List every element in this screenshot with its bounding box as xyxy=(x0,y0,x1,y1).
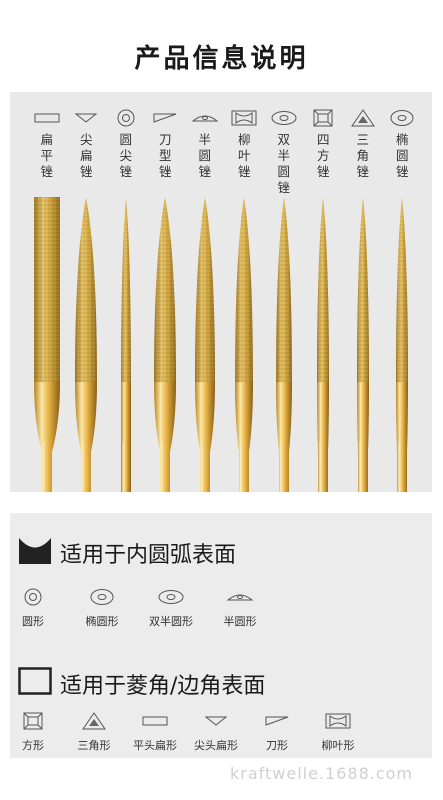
usage-item: 尖头扁形 xyxy=(181,711,251,753)
file-column: 四 方 锉 xyxy=(304,92,342,492)
file-column: 扁 平 锉 xyxy=(28,92,66,492)
knife-shape-icon xyxy=(265,716,289,726)
half-round-shape-icon xyxy=(226,594,254,601)
usage-item: 三角形 xyxy=(59,711,129,753)
usage-item: 椭圆形 xyxy=(67,587,137,629)
file-column: 半 圆 锉 xyxy=(186,92,224,492)
file-column: 刀 型 锉 xyxy=(146,92,184,492)
file-image xyxy=(317,197,330,492)
usage-item: 半圆形 xyxy=(205,587,275,629)
round-shape-icon xyxy=(24,588,42,606)
double-half-round-shape-icon xyxy=(158,590,184,604)
file-column: 双 半 圆 锉 xyxy=(265,92,303,492)
usage-item: 刀形 xyxy=(242,711,312,753)
file-column: 圆 尖 锉 xyxy=(107,92,145,492)
usage-item-label: 三角形 xyxy=(77,739,111,752)
file-image xyxy=(194,197,215,492)
file-column: 尖 扁 锉 xyxy=(67,92,105,492)
file-image xyxy=(235,197,254,492)
section1-title: 适用于内圆弧表面 xyxy=(60,543,237,568)
usage-item: 平头扁形 xyxy=(120,711,190,753)
usage-item-label: 平头扁形 xyxy=(133,739,177,752)
file-column: 椭 圆 锉 xyxy=(383,92,421,492)
square-outline-icon xyxy=(18,667,52,695)
usage-item-label: 双半圆形 xyxy=(149,615,193,628)
file-image xyxy=(154,197,177,492)
section2-title: 适用于菱角/边角表面 xyxy=(60,674,266,699)
file-image xyxy=(33,197,60,492)
usage-item: 双半圆形 xyxy=(136,587,206,629)
file-column: 柳 叶 锉 xyxy=(225,92,263,492)
usage-item: 圆形 xyxy=(0,587,68,629)
usage-item-label: 圆形 xyxy=(22,615,44,628)
file-image xyxy=(75,197,98,492)
usage-item: 方形 xyxy=(0,711,68,753)
file-image xyxy=(120,197,131,492)
usage-panel: 适用于内圆弧表面 圆形 椭圆形 双半圆形 半圆形 适用于菱角/边角表面 方形 三角形 平头… xyxy=(10,513,432,758)
usage-item-label: 刀形 xyxy=(266,739,288,752)
willow-leaf-shape-icon xyxy=(325,713,351,729)
pointed-flat-shape-icon xyxy=(204,716,228,726)
file-image xyxy=(396,197,409,492)
watermark: kraftwelle.1688.com xyxy=(230,764,413,783)
usage-item: 柳叶形 xyxy=(303,711,373,753)
file-column: 三 角 锉 xyxy=(344,92,382,492)
concave-arc-icon xyxy=(19,538,51,564)
oval-shape-icon xyxy=(90,589,114,605)
page-title: 产品信息说明 xyxy=(134,44,309,74)
product-panel: 扁 平 锉 尖 扁 锉 圆 尖 锉 刀 型 锉 半 圆 锉 柳 叶 锉 双 半 … xyxy=(10,92,432,492)
usage-item-label: 尖头扁形 xyxy=(194,739,238,752)
triangle-shape-icon xyxy=(82,712,106,730)
square-shape-icon xyxy=(23,712,43,730)
usage-item-label: 柳叶形 xyxy=(321,739,355,752)
usage-item-label: 方形 xyxy=(22,739,44,752)
flat-shape-icon xyxy=(142,716,168,726)
usage-item-label: 椭圆形 xyxy=(85,615,119,628)
file-image xyxy=(356,197,369,492)
usage-item-label: 半圆形 xyxy=(223,615,257,628)
file-image xyxy=(275,197,292,492)
